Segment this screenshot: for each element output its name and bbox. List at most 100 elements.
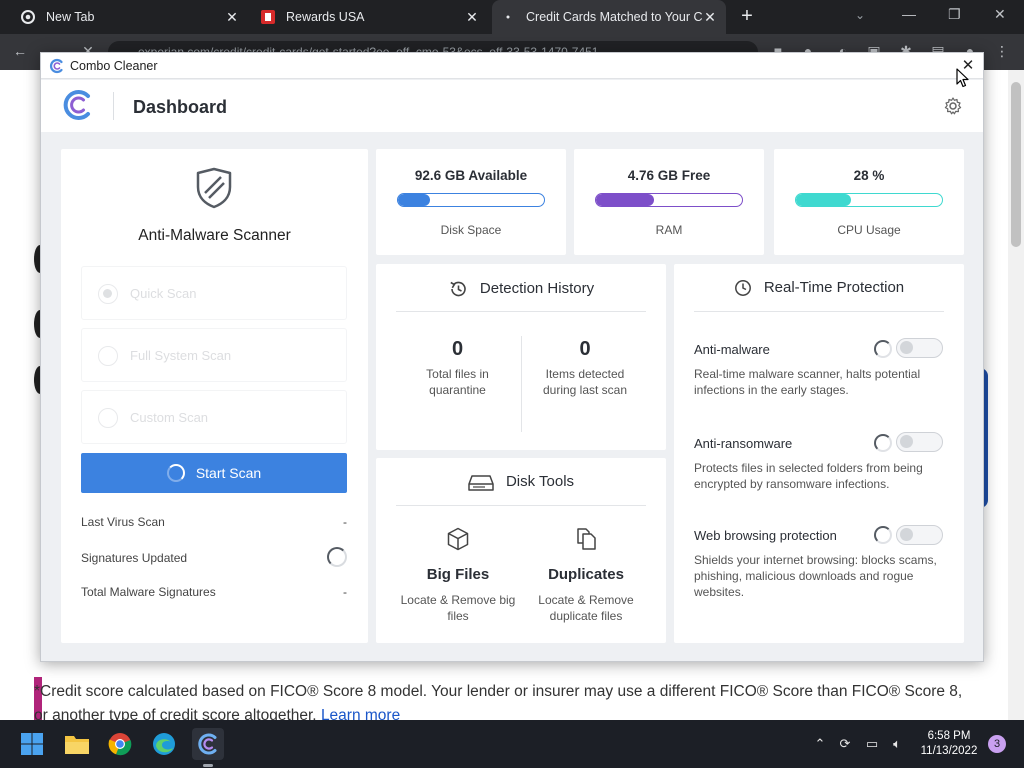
tab-new-tab[interactable]: New Tab ✕ [12,0,248,34]
combo-cleaner-logo-icon [63,90,90,120]
ram-value: 4.76 GB Free [627,168,711,183]
web-browsing-protection-toggle[interactable] [896,525,943,545]
display-icon[interactable]: ▭ [864,736,880,752]
cpu-usage-card: 28 % CPU Usage [774,149,964,255]
cpu-usage-value: 28 % [853,168,885,183]
page-scrollbar-thumb[interactable] [1011,82,1021,247]
divider [396,311,646,312]
new-tab-button[interactable]: + [736,6,758,28]
tab-credit-cards[interactable]: Credit Cards Matched to Your Cre ✕ [492,0,726,34]
anti-ransomware-toggle[interactable] [896,432,943,452]
last-virus-scan-row: Last Virus Scan - [81,515,347,529]
stat-value: - [343,515,347,529]
web-browsing-protection-name: Web browsing protection [694,528,837,543]
cpu-usage-bar [795,193,943,207]
gear-icon[interactable] [943,96,963,116]
anti-malware-toggle[interactable] [896,338,943,358]
quarantine-label: Total files in quarantine [426,367,489,397]
radio-icon[interactable] [98,408,118,428]
custom-scan-option[interactable]: Custom Scan [81,390,347,444]
windows-icon [21,733,43,755]
real-time-protection-card: Real-Time Protection Anti-malware Real-t… [674,264,964,643]
detection-history-card[interactable]: Detection History 0 Total files in quara… [376,264,666,450]
duplicates-tool[interactable]: Duplicates Locate & Remove duplicate fil… [524,524,648,634]
taskbar-chrome[interactable] [104,728,136,760]
divider [396,505,646,506]
loading-spinner-icon [874,340,892,358]
radio-icon[interactable] [98,284,118,304]
tab-search-icon[interactable]: ⌄ [855,8,865,22]
combo-cleaner-window: Combo Cleaner ✕ Dashboard Anti-Malware S… [40,52,984,662]
close-tab-icon[interactable]: ✕ [464,9,480,25]
duplicates-desc: Locate & Remove duplicate files [538,593,634,623]
back-icon[interactable]: ← [12,43,28,59]
history-icon [450,281,466,297]
real-time-protection-header: Real-Time Protection [674,279,964,297]
duplicate-files-icon [577,528,596,550]
disk-tools-card: Disk Tools Big Files Locate & Remove big… [376,458,666,643]
stat-value: - [343,585,347,599]
notification-badge[interactable]: 3 [988,735,1006,753]
taskbar-combo-cleaner[interactable] [192,728,224,760]
scan-option-label: Custom Scan [130,410,209,425]
stat-label: Last Virus Scan [81,515,165,529]
big-files-title: Big Files [426,566,490,583]
big-files-tool[interactable]: Big Files Locate & Remove big files [396,524,520,634]
system-clock[interactable]: 6:58 PM 11/13/2022 [914,729,984,759]
chrome-icon [20,9,36,25]
disk-space-bar-fill [398,194,431,206]
taskbar-edge[interactable] [148,728,180,760]
detection-history-title: Detection History [479,279,595,297]
app-titlebar: Combo Cleaner ✕ [41,53,983,79]
stat-label: Total Malware Signatures [81,585,216,599]
real-time-protection-title: Real-Time Protection [763,279,905,296]
ram-label: RAM [655,223,683,237]
quarantine-count: 0 [451,338,464,360]
app-window-title: Combo Cleaner [70,59,158,73]
restore-icon[interactable]: ❐ [948,6,961,23]
combo-cleaner-logo-icon [50,58,63,74]
divider [521,336,522,432]
big-files-desc: Locate & Remove big files [400,593,516,623]
scan-option-label: Quick Scan [130,286,197,301]
web-browsing-protection-desc: Shields your internet browsing: blocks s… [694,553,937,599]
box-icon [447,527,469,551]
sync-icon[interactable]: ⟳ [837,736,853,752]
start-button[interactable] [16,728,48,760]
close-window-icon[interactable]: ✕ [994,6,1006,23]
edge-icon [153,733,175,755]
scanner-title: Anti-Malware Scanner [138,227,291,244]
shield-icon [196,167,232,209]
learn-more-link[interactable]: Learn more [321,707,400,720]
volume-icon[interactable]: 🔈︎ [889,736,905,752]
clock-time: 6:58 PM [927,730,971,742]
stat-label: Signatures Updated [81,551,188,565]
start-scan-label: Start Scan [195,465,262,481]
header-divider [113,92,114,120]
radio-icon[interactable] [98,346,118,366]
anti-malware-name: Anti-malware [694,342,770,357]
rewards-icon [260,9,276,25]
divider [694,311,944,312]
full-system-scan-option[interactable]: Full System Scan [81,328,347,382]
menu-icon[interactable]: ⋮ [994,43,1010,59]
start-scan-button[interactable]: Start Scan [81,453,347,493]
chevron-up-icon[interactable]: ⌃ [812,736,828,752]
tab-rewards-usa[interactable]: Rewards USA ✕ [252,0,488,34]
close-tab-icon[interactable]: ✕ [702,9,718,25]
loading-spinner-icon [874,434,892,452]
disk-tools-title: Disk Tools [505,472,575,490]
disk-space-label: Disk Space [440,223,502,237]
quick-scan-option[interactable]: Quick Scan [81,266,347,320]
minimize-icon[interactable]: — [902,6,916,22]
anti-ransomware-desc: Protects files in selected folders from … [694,461,923,491]
disk-space-card: 92.6 GB Available Disk Space [376,149,566,255]
clock-date: 11/13/2022 [920,745,978,757]
disk-tools-header: Disk Tools [376,472,666,492]
page-footnote: *Credit score calculated based on FICO® … [34,680,974,720]
close-tab-icon[interactable]: ✕ [224,9,240,25]
combo-cleaner-logo-icon [198,733,217,755]
hard-drive-icon [468,475,494,491]
taskbar-file-explorer[interactable] [61,728,93,760]
app-header: Dashboard [41,80,983,132]
